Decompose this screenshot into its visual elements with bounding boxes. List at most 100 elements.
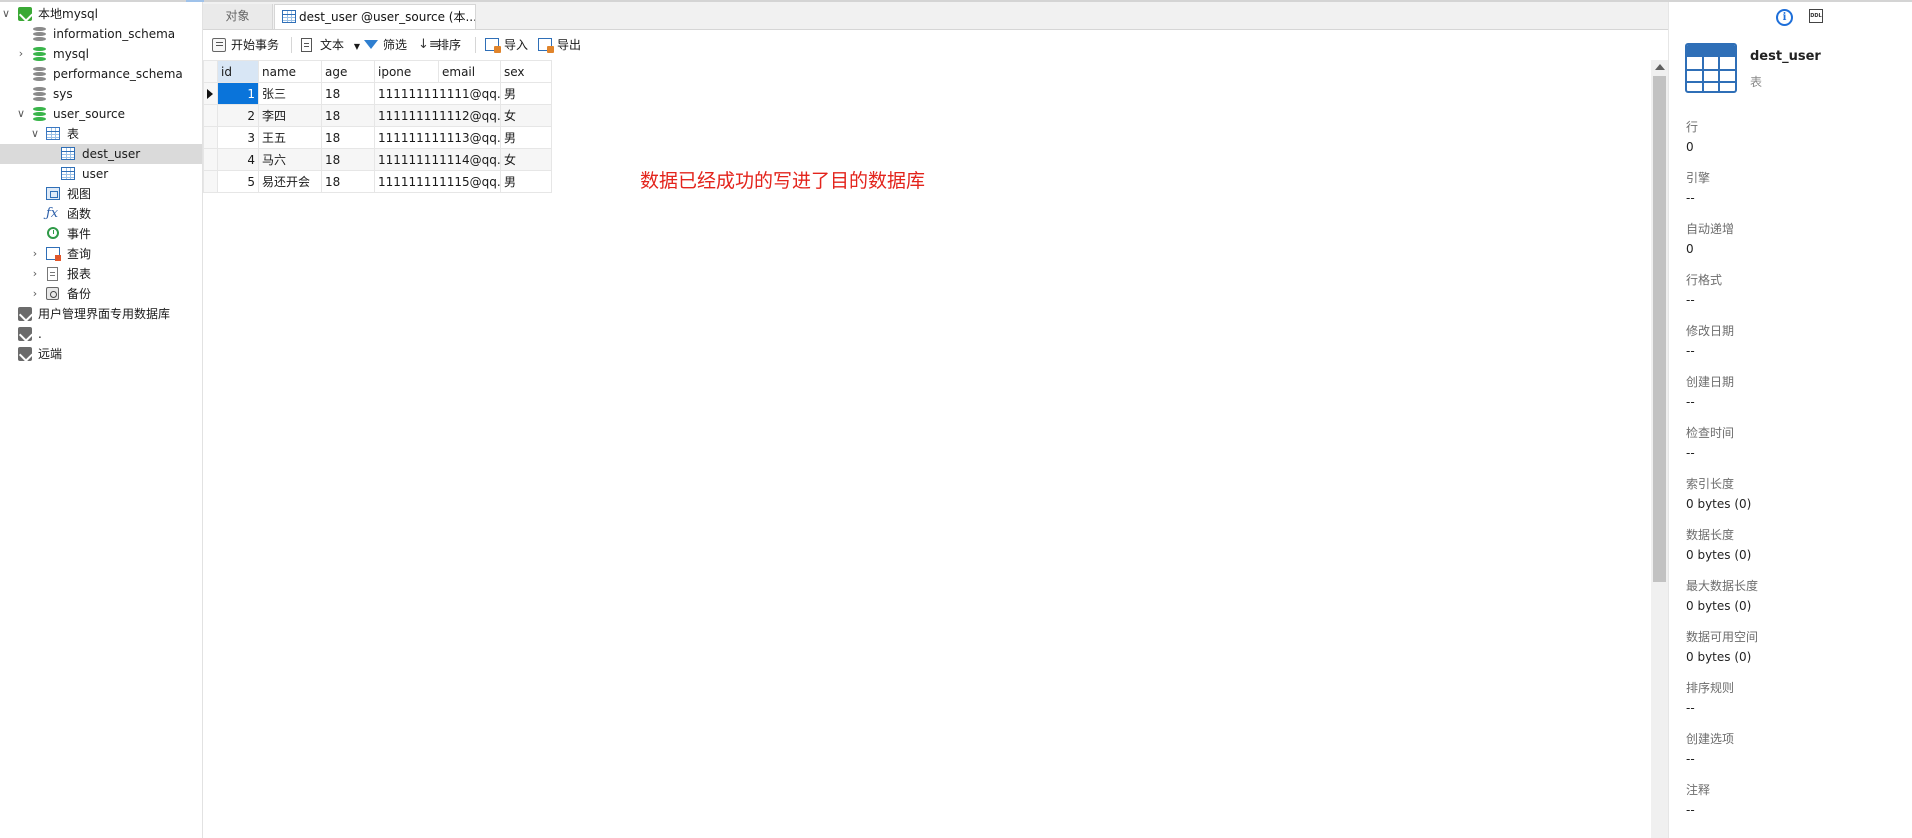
grid-cell[interactable]: 111111111111@qq.c: [374, 82, 501, 105]
column-header[interactable]: ipone: [374, 60, 439, 83]
table-row[interactable]: 2 李四 18 111111111112@qq.c 女: [203, 104, 552, 127]
grid-cell[interactable]: 18: [321, 126, 375, 149]
grid-cell[interactable]: 2: [217, 104, 259, 127]
property-rows: 行0: [1686, 118, 1896, 156]
chevron-down-icon[interactable]: ∨: [15, 104, 27, 124]
property-key: 创建选项: [1686, 732, 1735, 746]
grid-cell[interactable]: 王五: [258, 126, 322, 149]
table-icon: [61, 147, 75, 160]
column-header[interactable]: age: [321, 60, 375, 83]
property-key: 修改日期: [1686, 324, 1735, 338]
grid-cell[interactable]: 4: [217, 148, 259, 171]
property-key: 检查时间: [1686, 426, 1735, 440]
column-header[interactable]: sex: [500, 60, 552, 83]
grid-cell[interactable]: 111111111114@qq.c: [374, 148, 501, 171]
property-key: 引擎: [1686, 171, 1711, 185]
grid-cell[interactable]: 男: [500, 82, 552, 105]
grid-cell[interactable]: 1: [217, 82, 259, 105]
row-header[interactable]: [203, 82, 218, 105]
row-header[interactable]: [203, 170, 218, 193]
tab-objects[interactable]: 对象: [203, 4, 273, 29]
transaction-icon: [212, 38, 226, 52]
sort-button[interactable]: ↓≡ 排序: [417, 35, 461, 55]
scrollbar-thumb[interactable]: [1653, 76, 1666, 582]
grid-cell[interactable]: 18: [321, 82, 375, 105]
table-row[interactable]: 3 王五 18 111111111113@qq.c 男: [203, 126, 552, 149]
grid-cell[interactable]: 男: [500, 170, 552, 193]
property-value: 0: [1686, 140, 1694, 154]
tree-folder-backups[interactable]: › 备份: [0, 284, 202, 304]
grid-cell[interactable]: 易还开会: [258, 170, 322, 193]
toolbar-label: 开始事务: [231, 38, 280, 52]
grid-cell[interactable]: 111111111115@qq.c: [374, 170, 501, 193]
tree-connection-dot[interactable]: .: [0, 324, 202, 344]
chevron-right-icon[interactable]: ›: [29, 264, 41, 284]
grid-cell[interactable]: 18: [321, 104, 375, 127]
tree-folder-tables[interactable]: ∨ 表: [0, 124, 202, 144]
tree-db-sys[interactable]: sys: [0, 84, 202, 104]
tree-db-information-schema[interactable]: information_schema: [0, 24, 202, 44]
tree-folder-functions[interactable]: ƒx 函数: [0, 204, 202, 224]
grid-cell[interactable]: 5: [217, 170, 259, 193]
dropdown-arrow-icon[interactable]: ▼: [354, 42, 360, 51]
tab-dest-user[interactable]: dest_user @user_source (本...: [274, 4, 476, 29]
grid-cell[interactable]: 111111111113@qq.c: [374, 126, 501, 149]
scroll-up-arrow-icon[interactable]: [1655, 64, 1665, 70]
table-row[interactable]: 1 张三 18 111111111111@qq.c 男: [203, 82, 552, 105]
function-icon: ƒx: [46, 206, 59, 221]
tree-label: 表: [67, 127, 80, 141]
grid-cell[interactable]: 18: [321, 148, 375, 171]
row-header[interactable]: [203, 104, 218, 127]
chevron-right-icon[interactable]: ›: [29, 284, 41, 304]
begin-transaction-button[interactable]: 开始事务: [211, 35, 279, 55]
export-button[interactable]: 导出: [537, 35, 581, 55]
tree-db-performance-schema[interactable]: performance_schema: [0, 64, 202, 84]
column-header[interactable]: email: [438, 60, 501, 83]
tree-folder-views[interactable]: 视图: [0, 184, 202, 204]
grid-cell[interactable]: 马六: [258, 148, 322, 171]
tree-connection-local-mysql[interactable]: ∨ 本地mysql: [0, 4, 202, 24]
grid-cell[interactable]: 张三: [258, 82, 322, 105]
property-value: --: [1686, 446, 1695, 460]
toolbar-divider: [291, 37, 292, 53]
toolbar-label: 文本: [320, 38, 345, 52]
tree-folder-queries[interactable]: › 查询: [0, 244, 202, 264]
filter-button[interactable]: 筛选: [363, 35, 407, 55]
table-row[interactable]: 5 易还开会 18 111111111115@qq.c 男: [203, 170, 552, 193]
grid-cell[interactable]: 3: [217, 126, 259, 149]
chevron-right-icon[interactable]: ›: [29, 244, 41, 264]
grid-cell[interactable]: 111111111112@qq.c: [374, 104, 501, 127]
object-name: dest_user: [1750, 49, 1821, 64]
column-header[interactable]: id: [217, 60, 259, 83]
tree-table-user[interactable]: user: [0, 164, 202, 184]
ddl-icon[interactable]: DDL: [1809, 9, 1823, 23]
tree-folder-reports[interactable]: › 报表: [0, 264, 202, 284]
report-icon: [47, 267, 58, 281]
row-header[interactable]: [203, 126, 218, 149]
import-button[interactable]: 导入: [484, 35, 528, 55]
chevron-right-icon[interactable]: ›: [15, 44, 27, 64]
event-clock-icon: [47, 227, 59, 239]
grid-cell[interactable]: 女: [500, 104, 552, 127]
query-icon: [46, 247, 61, 261]
tree-db-mysql[interactable]: › mysql: [0, 44, 202, 64]
tree-db-user-source[interactable]: ∨ user_source: [0, 104, 202, 124]
column-header[interactable]: name: [258, 60, 322, 83]
current-row-arrow-icon: [207, 89, 213, 99]
tree-folder-events[interactable]: 事件: [0, 224, 202, 244]
chevron-down-icon[interactable]: ∨: [29, 124, 41, 144]
property-key: 行格式: [1686, 273, 1723, 287]
row-header[interactable]: [203, 148, 218, 171]
table-row[interactable]: 4 马六 18 111111111114@qq.c 女: [203, 148, 552, 171]
grid-cell[interactable]: 男: [500, 126, 552, 149]
vertical-scrollbar[interactable]: [1651, 60, 1668, 838]
tree-table-dest-user[interactable]: dest_user: [0, 144, 202, 164]
tree-connection-remote[interactable]: 远端: [0, 344, 202, 364]
grid-cell[interactable]: 女: [500, 148, 552, 171]
grid-cell[interactable]: 李四: [258, 104, 322, 127]
info-icon[interactable]: i: [1776, 9, 1793, 26]
grid-cell[interactable]: 18: [321, 170, 375, 193]
text-view-button[interactable]: 文本 ▼: [300, 35, 360, 55]
tree-connection-user-admin[interactable]: 用户管理界面专用数据库: [0, 304, 202, 324]
chevron-down-icon[interactable]: ∨: [0, 4, 12, 24]
